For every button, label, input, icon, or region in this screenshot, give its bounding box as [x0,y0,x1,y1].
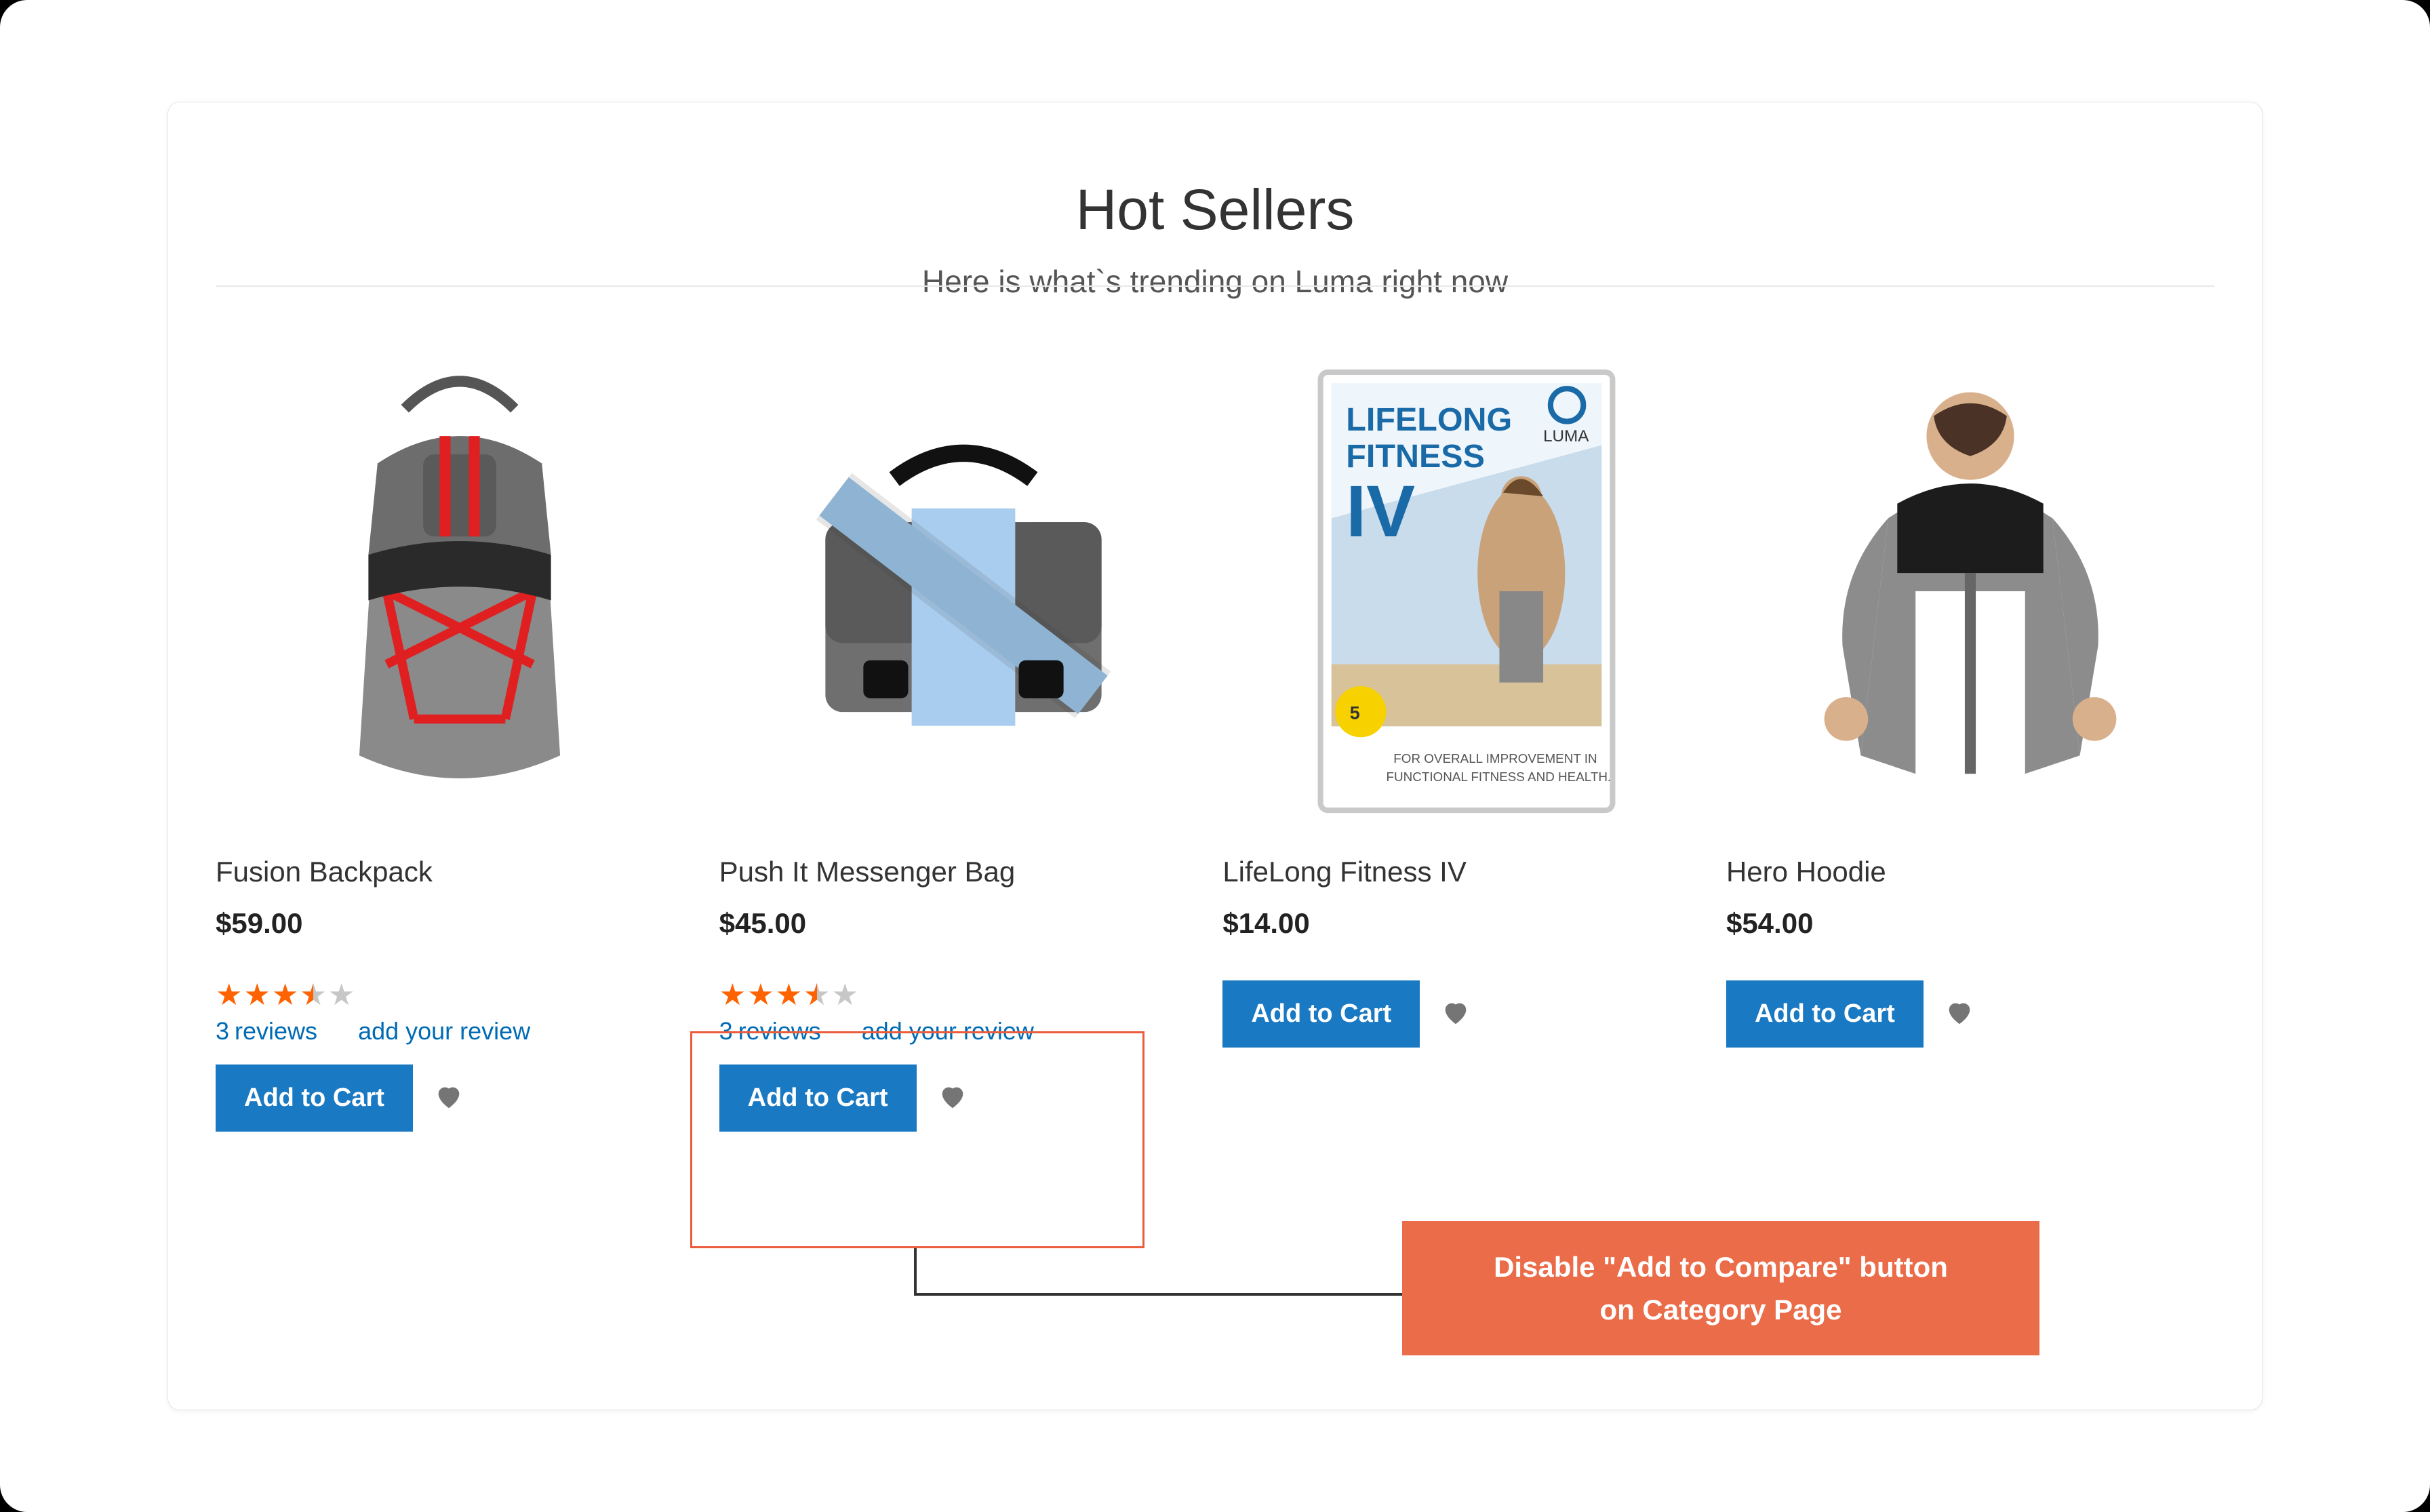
star-icon: ★ [747,980,774,1010]
rating-stars: ★ ★ ★ ★ ★ [719,980,1208,1010]
star-icon: ★ [216,980,242,1010]
svg-text:FUNCTIONAL FITNESS AND HEALTH.: FUNCTIONAL FITNESS AND HEALTH. [1387,770,1612,784]
svg-text:FITNESS: FITNESS [1347,438,1486,475]
section-subtitle: Here is what`s trending on Luma right no… [216,263,2214,300]
wishlist-icon[interactable] [937,1081,968,1115]
callout-line1: Disable "Add to Compare" button [1436,1246,2006,1288]
hot-sellers-panel: Hot Sellers Here is what`s trending on L… [167,102,2263,1410]
product-name[interactable]: Hero Hoodie [1726,856,2214,888]
star-icon: ★ [243,980,270,1010]
annotation-connector [914,1248,1402,1296]
product-card: Push It Messenger Bag $45.00 ★ ★ ★ ★ ★ 3… [719,354,1208,1132]
product-image[interactable] [270,354,650,829]
star-icon: ★ [719,980,746,1010]
svg-text:FOR OVERALL IMPROVEMENT IN: FOR OVERALL IMPROVEMENT IN [1394,751,1597,765]
review-line: 3reviews add your review [719,1017,1208,1046]
product-image[interactable] [774,354,1153,829]
product-card: Hero Hoodie $54.00 Add to Cart [1726,354,2214,1132]
product-price: $59.00 [216,907,704,940]
annotation-callout: Disable "Add to Compare" button on Categ… [1402,1221,2039,1355]
wishlist-icon[interactable] [1944,997,1975,1031]
callout-line2: on Category Page [1436,1288,2006,1331]
section-rule [216,285,2214,287]
product-name[interactable]: Push It Messenger Bag [719,856,1208,888]
product-card: LIFELONG FITNESS IV LUMA 5 FOR OVERALL I… [1222,354,1711,1132]
product-name[interactable]: Fusion Backpack [216,856,704,888]
svg-text:LIFELONG: LIFELONG [1347,401,1513,438]
star-half-icon: ★ [803,980,830,1010]
product-price: $45.00 [719,907,1208,940]
rating-stars: ★ ★ ★ ★ ★ [216,980,704,1010]
add-to-cart-button[interactable]: Add to Cart [1222,980,1420,1048]
section-title: Hot Sellers [1022,177,1409,243]
review-line: 3reviews add your review [216,1017,704,1046]
reviews-link[interactable]: 3reviews [719,1017,821,1045]
wishlist-icon[interactable] [433,1081,464,1115]
product-card: Fusion Backpack $59.00 ★ ★ ★ ★ ★ 3review… [216,354,704,1132]
svg-text:IV: IV [1347,471,1416,552]
star-icon: ★ [776,980,802,1010]
product-name[interactable]: LifeLong Fitness IV [1222,856,1711,888]
svg-text:LUMA: LUMA [1543,427,1589,445]
star-icon: ★ [272,980,298,1010]
add-to-cart-button[interactable]: Add to Cart [719,1065,917,1132]
product-price: $54.00 [1726,907,2214,940]
add-review-link[interactable]: add your review [358,1017,530,1045]
product-image[interactable] [1780,354,2160,829]
product-image[interactable]: LIFELONG FITNESS IV LUMA 5 FOR OVERALL I… [1277,354,1656,829]
add-to-cart-button[interactable]: Add to Cart [216,1065,413,1132]
svg-text:5: 5 [1350,702,1360,723]
star-empty-icon: ★ [831,980,858,1010]
reviews-link[interactable]: 3reviews [216,1017,317,1045]
star-empty-icon: ★ [328,980,355,1010]
wishlist-icon[interactable] [1440,997,1471,1031]
add-to-cart-button[interactable]: Add to Cart [1726,980,1924,1048]
star-half-icon: ★ [300,980,326,1010]
product-price: $14.00 [1222,907,1711,940]
add-review-link[interactable]: add your review [862,1017,1034,1045]
product-grid: Fusion Backpack $59.00 ★ ★ ★ ★ ★ 3review… [216,354,2214,1132]
